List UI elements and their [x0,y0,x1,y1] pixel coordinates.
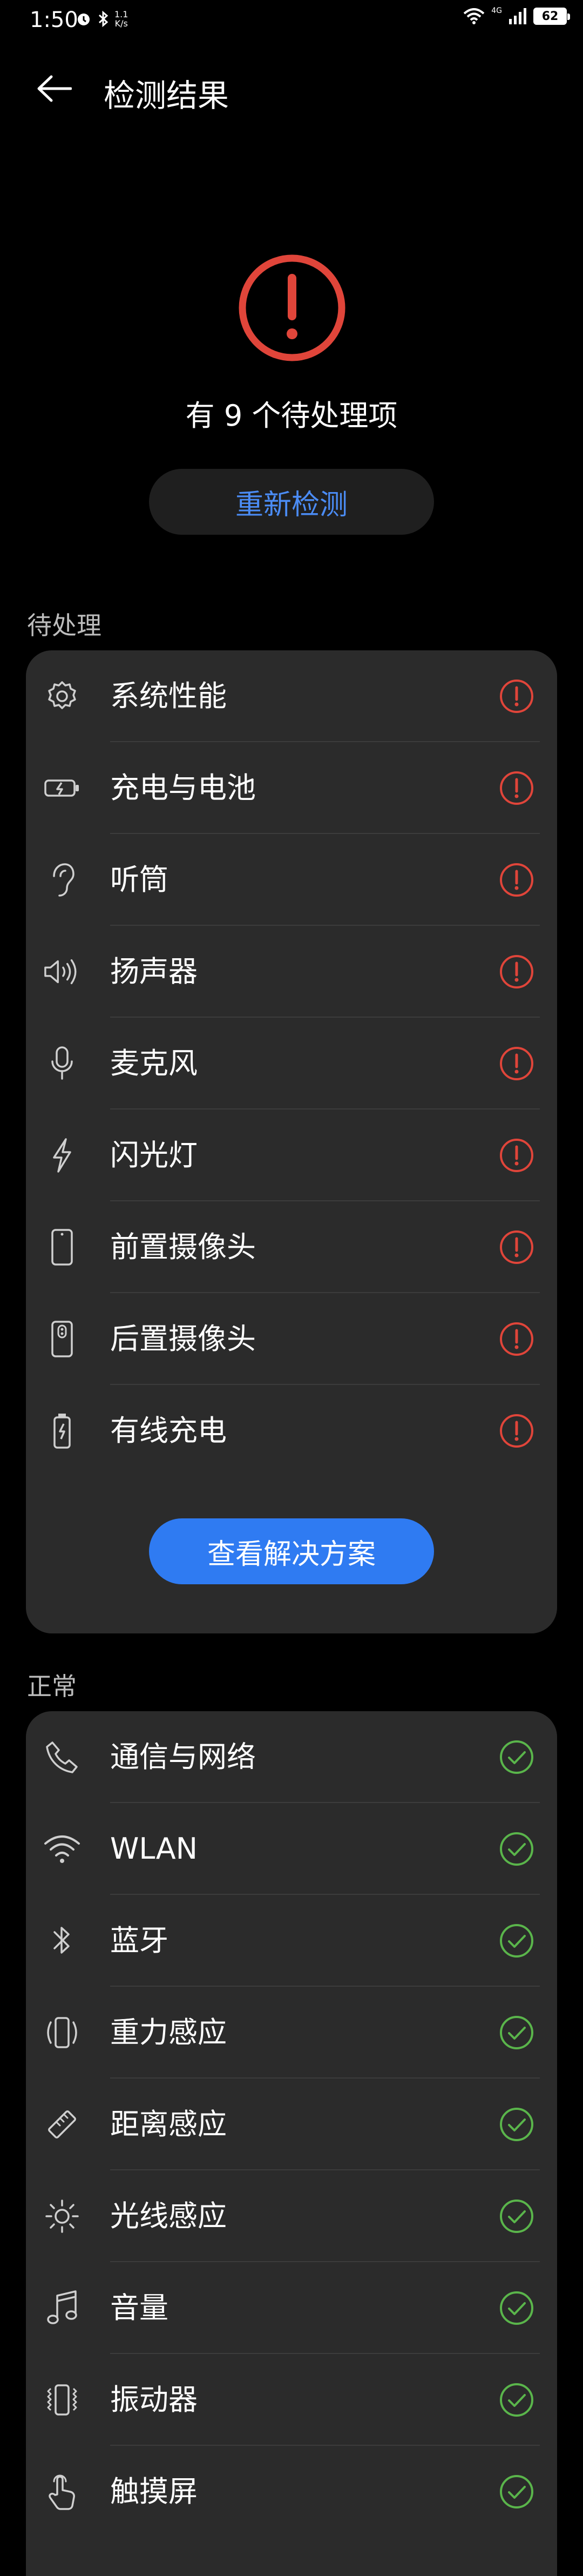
item-label: 麦克风 [110,1046,198,1080]
music-note-icon [43,2289,81,2327]
microphone-icon [43,1045,81,1082]
gear-icon [43,677,81,715]
alert-icon [500,863,533,897]
check-circle-icon [500,2108,533,2141]
normal-item-bluetooth[interactable]: 蓝牙 [26,1895,557,1987]
check-circle-icon [500,2016,533,2049]
flash-icon [43,1136,81,1174]
alert-icon [500,1230,533,1264]
speaker-icon [43,953,81,991]
sun-icon [43,2197,81,2235]
status-bar: 1:50 1.1 K/s 4G 62 [0,0,583,43]
status-left-icons: 1.1 K/s [76,10,128,28]
bluetooth-status-icon [97,10,109,28]
normal-card: 通信与网络 WLAN 蓝牙 重力感应 距离感应 光线感应 音量 振动器 触摸屏 [26,1711,557,2576]
item-label: 蓝牙 [110,1923,168,1958]
normal-item-gravity-sensor[interactable]: 重力感应 [26,1987,557,2079]
item-label: 重力感应 [110,2015,227,2049]
vibration-icon [43,2381,81,2419]
view-solution-button[interactable]: 查看解决方案 [149,1518,434,1584]
wifi-status-icon [463,8,485,24]
pending-item-rear-camera[interactable]: 后置摄像头 [26,1293,557,1385]
alert-icon [500,955,533,988]
network-type: 4G [491,6,502,15]
gravity-sensor-icon [43,2014,81,2052]
ear-icon [43,861,81,899]
pending-item-front-camera[interactable]: 前置摄像头 [26,1201,557,1293]
check-circle-icon [500,1832,533,1866]
pending-card: 系统性能 充电与电池 听筒 扬声器 麦克风 闪光灯 前置摄像头 后置摄像头 有线… [26,650,557,1633]
item-label: 扬声器 [110,954,198,988]
pending-section-title: 待处理 [27,611,101,640]
recheck-button[interactable]: 重新检测 [149,469,434,535]
wifi-icon [43,1830,81,1868]
status-time: 1:50 [30,8,78,32]
status-right-icons: 4G 62 [463,6,570,25]
front-camera-icon [43,1228,81,1266]
check-circle-icon [500,2383,533,2417]
alert-circle-icon [238,254,346,362]
arrow-left-icon [37,75,72,102]
net-speed: 1.1 K/s [114,9,128,29]
pending-count-summary: 有 9 个待处理项 [185,399,398,433]
pending-item-speaker[interactable]: 扬声器 [26,926,557,1018]
alarm-icon [76,11,92,27]
bluetooth-icon [43,1922,81,1960]
wired-charging-icon [43,1412,81,1450]
normal-item-wlan[interactable]: WLAN [26,1803,557,1895]
signal-icon [509,8,527,24]
check-circle-icon [500,2475,533,2508]
battery-icon [43,769,81,807]
alert-icon [500,1414,533,1448]
alert-icon [500,680,533,713]
item-label: 系统性能 [110,679,227,713]
item-label: 音量 [110,2291,168,2325]
normal-item-touchscreen[interactable]: 触摸屏 [26,2446,557,2538]
item-label: 后置摄像头 [110,1322,256,1356]
pending-item-flashlight[interactable]: 闪光灯 [26,1109,557,1201]
item-label: 通信与网络 [110,1740,256,1774]
pending-item-wired-charging[interactable]: 有线充电 [26,1385,557,1477]
item-label: 听筒 [110,863,168,897]
ruler-icon [43,2106,81,2143]
rear-camera-icon [43,1320,81,1358]
alert-icon [500,1047,533,1080]
alert-icon [500,1139,533,1172]
normal-item-volume[interactable]: 音量 [26,2262,557,2354]
check-circle-icon [500,2291,533,2325]
back-button[interactable] [32,67,76,110]
normal-item-light-sensor[interactable]: 光线感应 [26,2170,557,2262]
page-title: 检测结果 [104,77,229,114]
check-circle-icon [500,1740,533,1774]
item-label: 充电与电池 [110,771,256,805]
item-label: 光线感应 [110,2199,227,2233]
pending-item-charging-battery[interactable]: 充电与电池 [26,742,557,834]
item-label: 振动器 [110,2383,198,2417]
item-label: 触摸屏 [110,2474,198,2508]
check-circle-icon [500,2200,533,2233]
item-label: 前置摄像头 [110,1230,256,1264]
normal-item-vibrator[interactable]: 振动器 [26,2354,557,2446]
item-label: 闪光灯 [110,1138,198,1172]
item-label: WLAN [110,1832,198,1866]
item-label: 有线充电 [110,1414,227,1448]
alert-icon [500,771,533,805]
normal-item-proximity-sensor[interactable]: 距离感应 [26,2079,557,2170]
header: 检测结果 [0,54,583,119]
touch-icon [43,2473,81,2511]
item-label: 距离感应 [110,2107,227,2141]
pending-item-system-performance[interactable]: 系统性能 [26,650,557,742]
pending-item-earpiece[interactable]: 听筒 [26,834,557,926]
battery-indicator: 62 [533,8,570,25]
phone-icon [43,1738,81,1776]
pending-item-microphone[interactable]: 麦克风 [26,1018,557,1109]
alert-icon [500,1322,533,1356]
normal-section-title: 正常 [27,1672,77,1701]
check-circle-icon [500,1924,533,1958]
normal-item-network[interactable]: 通信与网络 [26,1711,557,1803]
